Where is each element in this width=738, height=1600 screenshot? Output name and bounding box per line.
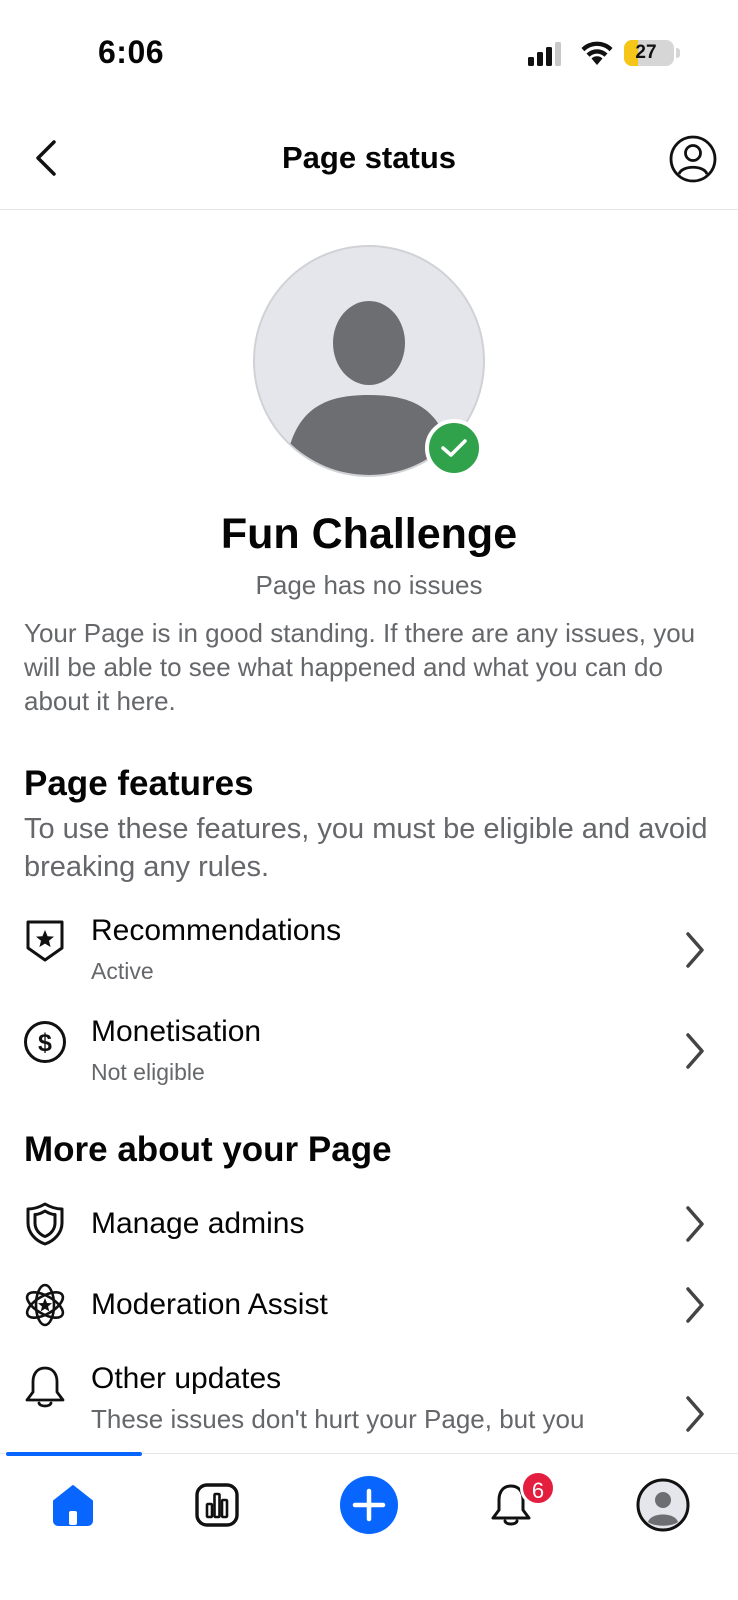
person-circle-icon[interactable] [668,134,718,184]
more-label: Moderation Assist [91,1288,328,1321]
notification-count-badge: 6 [520,1470,556,1506]
chevron-right-icon [686,1033,704,1069]
more-row-other-updates[interactable]: Other updates These issues don't hurt yo… [0,1350,738,1442]
more-row-moderation-assist[interactable]: Moderation Assist [0,1261,738,1351]
dollar-circle-icon: $ [22,1019,68,1065]
status-bar: 6:06 27 [0,0,738,100]
insights-icon [195,1483,239,1527]
chevron-right-icon [686,1287,704,1323]
page-name: Fun Challenge [220,510,518,558]
more-sub: These issues don't hurt your Page, but y… [91,1404,585,1434]
feature-status: Active [91,958,154,984]
home-icon [53,1485,93,1526]
feature-status: Not eligible [91,1059,205,1085]
bell-icon [22,1364,68,1410]
profile-icon [636,1478,690,1532]
battery-level: 27 [635,42,657,63]
chevron-right-icon [686,1396,704,1432]
shield-star-icon [22,918,68,964]
page-status-description: Your Page is in good standing. If there … [24,618,696,716]
tab-profile[interactable] [628,1470,698,1540]
more-label: Other updates [91,1362,282,1395]
feature-label: Monetisation [91,1015,262,1048]
section-subtitle-page-features: To use these features, you must be eligi… [24,813,708,883]
page-title: Page status [281,140,456,175]
cellular-signal-icon [528,42,561,66]
more-label: Manage admins [91,1207,305,1240]
tab-insights[interactable] [182,1470,252,1540]
atom-star-icon [22,1282,68,1328]
section-title-page-features: Page features [24,764,254,803]
create-icon [340,1476,398,1534]
shield-icon [22,1201,68,1247]
feature-label: Recommendations [91,914,342,947]
section-title-more-about: More about your Page [24,1130,392,1169]
tab-active-indicator [6,1452,142,1456]
tab-home[interactable] [38,1470,108,1540]
tab-create[interactable] [334,1470,404,1540]
wifi-icon [581,41,613,65]
header: Page status [0,110,738,210]
verified-badge [425,419,483,477]
battery-indicator: 27 [624,40,674,66]
svg-text:$: $ [38,1029,52,1057]
page-status-text: Page has no issues [255,570,483,600]
more-row-manage-admins[interactable]: Manage admins [0,1180,738,1270]
battery-nub [676,48,680,58]
check-icon [441,439,467,457]
status-time: 6:06 [98,34,165,70]
feature-row-recommendations[interactable]: Recommendations Active [0,904,738,994]
chevron-right-icon [686,932,704,968]
feature-row-monetisation[interactable]: $ Monetisation Not eligible [0,1005,738,1095]
page-avatar [253,245,485,477]
chevron-right-icon [686,1206,704,1242]
